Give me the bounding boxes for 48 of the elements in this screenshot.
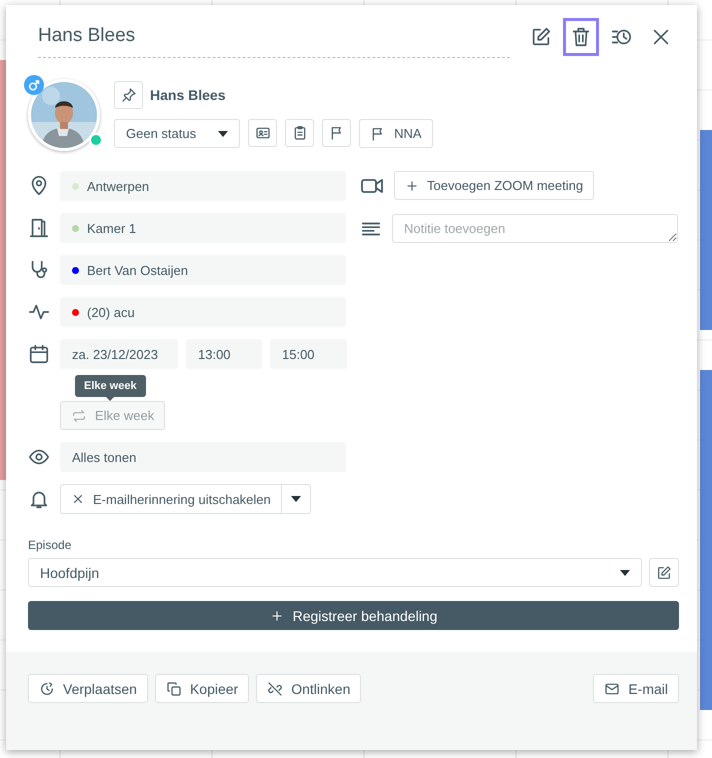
x-icon bbox=[71, 492, 85, 506]
delete-button[interactable] bbox=[563, 18, 599, 56]
zoom-meeting-button[interactable]: Toevoegen ZOOM meeting bbox=[394, 171, 594, 200]
start-time-field[interactable]: 13:00 bbox=[186, 339, 262, 369]
edit-icon bbox=[530, 26, 552, 48]
end-time-field[interactable]: 15:00 bbox=[270, 339, 347, 369]
plus-icon bbox=[270, 608, 284, 622]
visibility-field[interactable]: Alles tonen bbox=[60, 442, 346, 472]
trash-icon bbox=[570, 26, 592, 48]
clipboard-button[interactable] bbox=[285, 119, 314, 147]
flag-tag-button[interactable]: NNA bbox=[359, 119, 433, 148]
appointment-title[interactable]: Hans Blees bbox=[38, 16, 510, 58]
status-dropdown[interactable]: Geen status bbox=[114, 119, 240, 148]
note-field[interactable]: Notitie toevoegen bbox=[392, 214, 678, 243]
mail-icon bbox=[604, 680, 620, 696]
location-field[interactable]: Antwerpen bbox=[60, 171, 346, 201]
patient-name[interactable]: Hans Blees bbox=[150, 87, 226, 103]
pin-icon bbox=[120, 87, 136, 103]
email-button[interactable]: E-mail bbox=[593, 674, 679, 703]
therapist-field[interactable]: Bert Van Ostaijen bbox=[60, 255, 346, 285]
plus-icon bbox=[405, 178, 419, 192]
flag-button[interactable] bbox=[322, 119, 352, 147]
caret-icon bbox=[290, 496, 301, 502]
door-icon bbox=[28, 217, 50, 239]
clock-arrow-icon bbox=[39, 680, 55, 696]
clipboard-icon bbox=[292, 125, 308, 141]
copy-icon bbox=[166, 680, 182, 696]
pin-button[interactable] bbox=[114, 81, 143, 109]
treatment-field[interactable]: (20) acu bbox=[60, 297, 346, 327]
move-button[interactable]: Verplaatsen bbox=[28, 674, 148, 703]
date-field[interactable]: za. 23/12/2023 bbox=[60, 339, 178, 369]
calendar-icon bbox=[28, 343, 50, 365]
copy-button[interactable]: Kopieer bbox=[154, 674, 250, 703]
episode-dropdown[interactable]: Hoofdpijn bbox=[28, 558, 642, 587]
caret-icon bbox=[620, 570, 630, 576]
id-card-button[interactable] bbox=[248, 119, 278, 147]
male-icon bbox=[24, 75, 44, 95]
room-field[interactable]: Kamer 1 bbox=[60, 213, 346, 243]
unlink-icon bbox=[267, 680, 284, 696]
reminder-split-button[interactable]: E-mailherinnering uitschakelen bbox=[60, 484, 311, 514]
id-card-icon bbox=[254, 125, 271, 141]
edit-icon bbox=[656, 564, 672, 580]
unlink-button[interactable]: Ontlinken bbox=[256, 674, 362, 703]
caret-icon bbox=[218, 130, 228, 136]
episode-label: Episode bbox=[28, 538, 72, 552]
register-treatment-button[interactable]: Registreer behandeling bbox=[28, 601, 679, 630]
repeat-icon bbox=[71, 408, 87, 424]
edit-episode-button[interactable] bbox=[649, 558, 679, 587]
